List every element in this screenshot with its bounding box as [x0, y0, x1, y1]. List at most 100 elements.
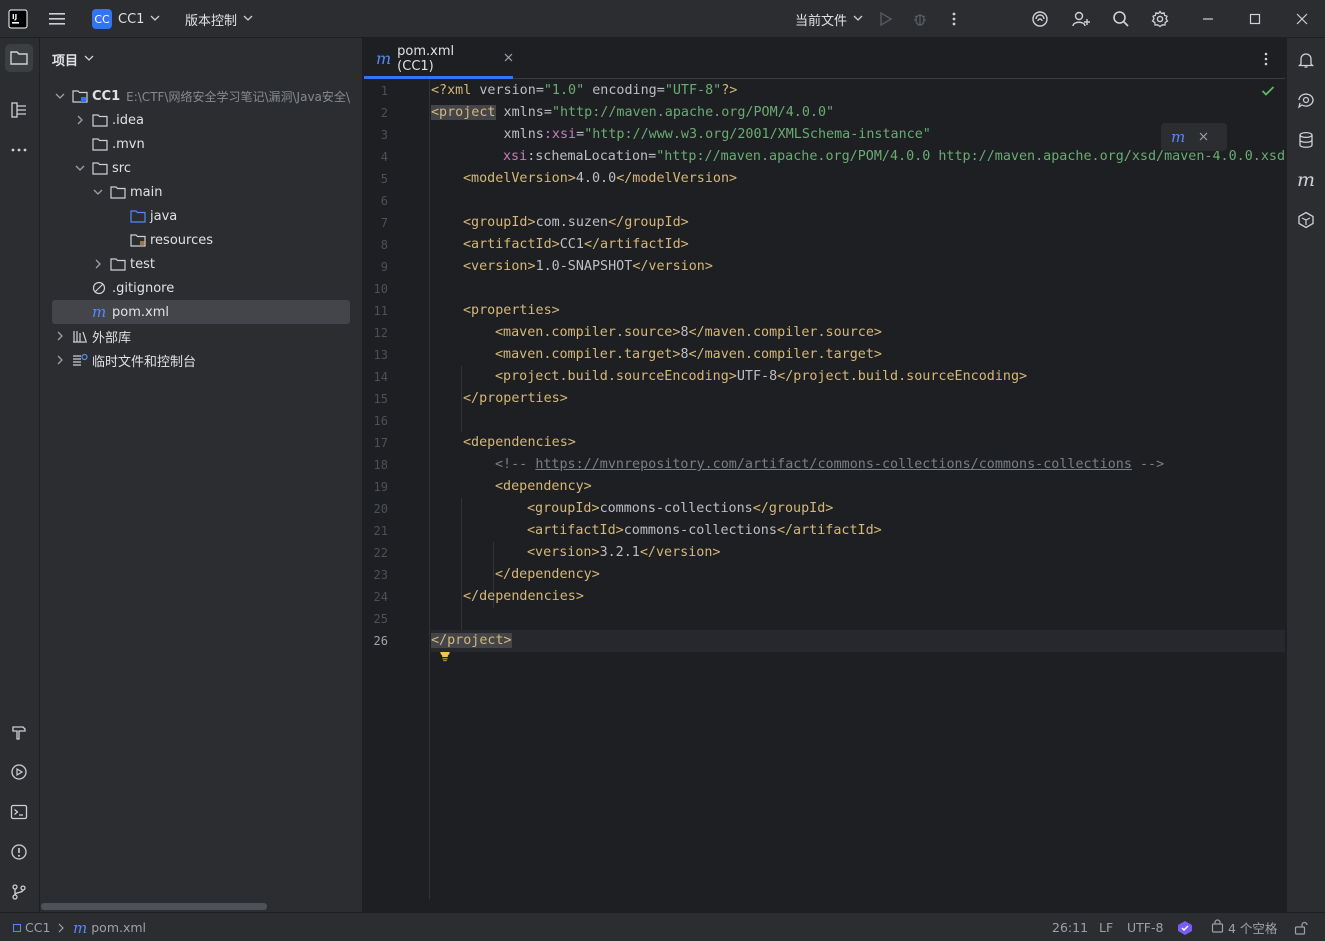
notifications-bell-icon[interactable] [1292, 46, 1320, 74]
add-user-icon[interactable] [1071, 0, 1091, 38]
caret-position[interactable]: 26:11 [1052, 913, 1088, 941]
plugin-tool-icon[interactable] [1292, 206, 1320, 234]
project-tool-icon[interactable] [5, 44, 33, 72]
chevron-right-icon[interactable] [52, 328, 68, 344]
ai-assistant-icon[interactable] [1031, 0, 1049, 38]
code-line-21: <artifactId>commons-collections</artifac… [527, 523, 882, 538]
tab-pom-xml[interactable]: m pom.xml (CC1) [364, 38, 513, 79]
tree-item-java[interactable]: java [52, 204, 350, 228]
code-line-24: </dependencies> [463, 589, 584, 604]
ai-status-icon[interactable] [1177, 913, 1193, 941]
tree-item-pom[interactable]: m pom.xml [52, 300, 350, 324]
tree-item-label: .mvn [112, 136, 145, 152]
structure-tool-icon[interactable] [5, 96, 33, 124]
folder-icon [92, 160, 110, 176]
tree-item-idea[interactable]: .idea [52, 108, 350, 132]
debug-icon[interactable] [912, 0, 928, 38]
tree-item-gitignore[interactable]: .gitignore [52, 276, 350, 300]
line-number: 2 [380, 106, 388, 120]
tree-item-resources[interactable]: resources [52, 228, 350, 252]
title-bar: IJ CC CC1 版本控制 当前文件 [0, 0, 1325, 38]
file-encoding[interactable]: UTF-8 [1127, 913, 1163, 941]
main-menu-icon[interactable] [47, 0, 67, 38]
tree-item-label: main [130, 184, 163, 200]
line-number: 1 [380, 84, 388, 98]
settings-gear-icon[interactable] [1151, 0, 1169, 38]
read-only-lock-icon[interactable] [1294, 913, 1308, 941]
close-popup-icon[interactable] [1199, 130, 1208, 145]
chevron-down-icon[interactable] [72, 160, 88, 176]
tree-item-cc1[interactable]: CC1 E:\CTF\网络安全学习笔记\漏洞\Java安全\Jav [52, 84, 350, 108]
code-line-7: <groupId>com.suzen</groupId> [463, 215, 689, 230]
chevron-right-icon[interactable] [72, 112, 88, 128]
left-tool-stripe [0, 38, 40, 912]
breadcrumb-separator-icon [57, 913, 65, 941]
ai-chat-icon[interactable] [1292, 86, 1320, 114]
indent-guide [461, 498, 462, 630]
comment-link[interactable]: https://mvnrepository.com/artifact/commo… [535, 457, 1132, 472]
search-icon[interactable] [1112, 0, 1130, 38]
project-panel-header[interactable]: 项目 [52, 48, 94, 70]
tree-item-label: CC1 [92, 88, 121, 104]
line-number: 24 [373, 590, 388, 604]
tab-options-icon[interactable] [1260, 51, 1272, 71]
app-logo-icon[interactable]: IJ [8, 0, 28, 38]
code-editor[interactable]: <?xml version="1.0" encoding="UTF-8"?> <… [431, 79, 1285, 899]
maven-tool-icon[interactable]: m [1292, 166, 1320, 194]
tree-item-src[interactable]: src [52, 156, 350, 180]
breadcrumb-file-label: pom.xml [91, 920, 147, 935]
maximize-icon[interactable] [1249, 0, 1261, 38]
vcs-menu[interactable]: 版本控制 [185, 0, 253, 38]
line-number: 8 [380, 238, 388, 252]
tree-item-external-libraries[interactable]: 外部库 [52, 324, 350, 348]
maven-reload-popup: m [1161, 123, 1227, 151]
build-hammer-icon[interactable] [5, 718, 33, 746]
database-icon[interactable] [1292, 126, 1320, 154]
more-actions-icon[interactable] [948, 0, 960, 38]
terminal-icon[interactable] [5, 798, 33, 826]
editor-area: m pom.xml (CC1) 1 2 3 4 5 6 7 8 9 10 11 … [364, 38, 1285, 912]
line-separator[interactable]: LF [1099, 913, 1113, 941]
git-branch-icon[interactable] [5, 878, 33, 906]
project-switcher[interactable]: CC CC1 [92, 0, 160, 38]
line-number: 3 [380, 128, 388, 142]
resource-folder-icon [130, 232, 148, 248]
run-config-selector[interactable]: 当前文件 [795, 0, 863, 38]
tree-item-test[interactable]: test [52, 252, 350, 276]
tree-item-scratches[interactable]: 临时文件和控制台 [52, 348, 350, 372]
project-panel-title: 项目 [52, 53, 79, 69]
chevron-right-icon[interactable] [52, 352, 68, 368]
folder-icon [92, 136, 110, 152]
line-number: 5 [380, 172, 388, 186]
code-line-2: <project xmlns="http://maven.apache.org/… [431, 105, 835, 120]
tree-item-label: .gitignore [112, 280, 175, 296]
tree-item-main[interactable]: main [52, 180, 350, 204]
editor-tab-bar: m pom.xml (CC1) [364, 38, 1285, 79]
maven-file-icon: m [376, 49, 392, 68]
tree-item-mvn[interactable]: .mvn [52, 132, 350, 156]
code-line-18: <!-- https://mvnrepository.com/artifact/… [495, 457, 1165, 472]
chevron-right-icon[interactable] [90, 256, 106, 272]
line-number: 19 [373, 480, 388, 494]
scratches-icon [72, 352, 90, 368]
indent-setting[interactable]: 4 个空格 [1211, 913, 1277, 941]
services-run-icon[interactable] [5, 758, 33, 786]
chevron-down-icon[interactable] [90, 184, 106, 200]
breadcrumb-file[interactable]: m pom.xml [73, 913, 146, 941]
library-icon [72, 328, 90, 344]
line-number: 10 [373, 282, 388, 296]
problems-icon[interactable] [5, 838, 33, 866]
close-window-icon[interactable] [1296, 0, 1308, 38]
close-tab-icon[interactable] [504, 51, 513, 66]
maven-file-icon: m [73, 918, 88, 937]
code-line-26: </project> [431, 630, 1285, 652]
maven-reload-icon[interactable]: m [1171, 128, 1185, 146]
project-horizontal-scrollbar[interactable] [41, 903, 267, 910]
more-tools-icon[interactable] [5, 136, 33, 164]
run-icon[interactable] [878, 0, 894, 38]
indent-label: 4 个空格 [1228, 921, 1278, 936]
chevron-down-icon[interactable] [52, 88, 68, 104]
breadcrumb-project[interactable]: CC1 [13, 913, 50, 941]
minimize-icon[interactable] [1202, 0, 1214, 38]
inspection-ok-check-icon[interactable] [1261, 85, 1275, 101]
